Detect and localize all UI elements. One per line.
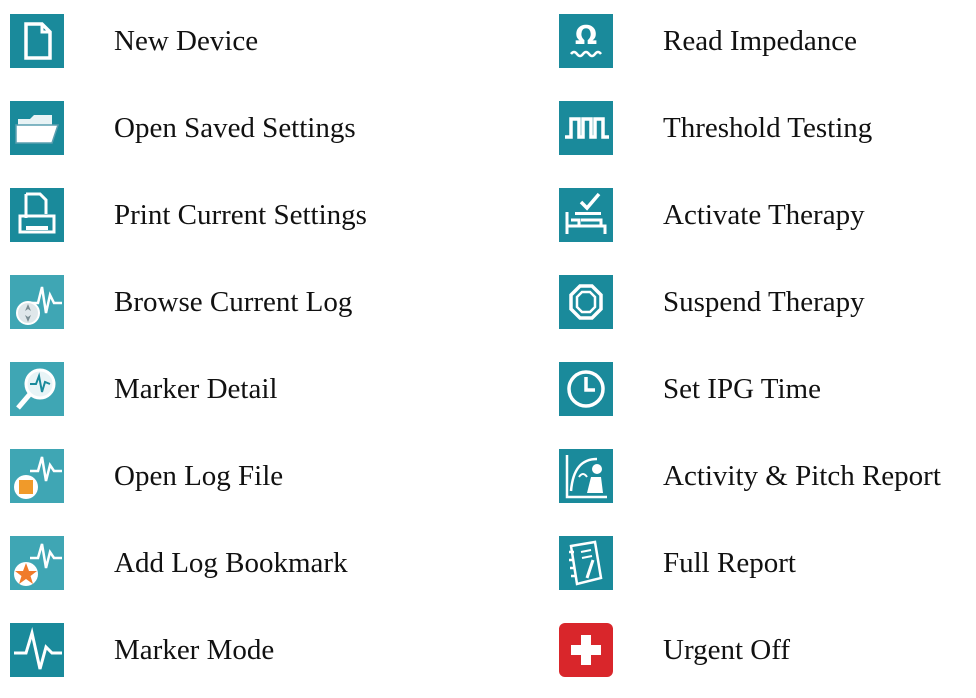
new-device-label: New Device	[114, 24, 259, 57]
open-saved-settings-item[interactable]: Open Saved Settings	[8, 96, 356, 160]
browse-log-icon[interactable]	[8, 273, 66, 331]
full-report-item[interactable]: Full Report	[557, 531, 796, 595]
marker-detail-label: Marker Detail	[114, 372, 278, 405]
clock-icon[interactable]	[557, 360, 615, 418]
full-report-icon[interactable]	[557, 534, 615, 592]
print-current-settings-item[interactable]: Print Current Settings	[8, 183, 367, 247]
svg-text:Ω: Ω	[575, 21, 597, 51]
threshold-testing-item[interactable]: Threshold Testing	[557, 96, 872, 160]
marker-mode-icon[interactable]	[8, 621, 66, 679]
urgent-off-icon[interactable]	[557, 621, 615, 679]
read-impedance-item[interactable]: Ω Read Impedance	[557, 9, 857, 73]
marker-detail-icon[interactable]	[8, 360, 66, 418]
threshold-icon[interactable]	[557, 99, 615, 157]
open-log-file-label: Open Log File	[114, 459, 284, 492]
activate-therapy-label: Activate Therapy	[663, 198, 865, 231]
urgent-off-item[interactable]: Urgent Off	[557, 618, 790, 682]
activate-therapy-item[interactable]: Activate Therapy	[557, 183, 865, 247]
suspend-therapy-label: Suspend Therapy	[663, 285, 865, 318]
suspend-therapy-item[interactable]: Suspend Therapy	[557, 270, 865, 334]
browse-current-log-label: Browse Current Log	[114, 285, 353, 318]
suspend-therapy-icon[interactable]	[557, 273, 615, 331]
open-folder-icon[interactable]	[8, 99, 66, 157]
threshold-testing-label: Threshold Testing	[663, 111, 873, 144]
browse-current-log-item[interactable]: Browse Current Log	[8, 270, 352, 334]
print-icon[interactable]	[8, 186, 66, 244]
marker-mode-item[interactable]: Marker Mode	[8, 618, 274, 682]
read-impedance-label: Read Impedance	[663, 24, 858, 57]
activate-therapy-icon[interactable]	[557, 186, 615, 244]
full-report-label: Full Report	[663, 546, 796, 579]
add-bookmark-icon[interactable]	[8, 534, 66, 592]
open-saved-settings-label: Open Saved Settings	[114, 111, 356, 144]
activity-pitch-report-label: Activity & Pitch Report	[663, 459, 941, 492]
marker-detail-item[interactable]: Marker Detail	[8, 357, 277, 421]
open-log-file-icon[interactable]	[8, 447, 66, 505]
activity-report-icon[interactable]	[557, 447, 615, 505]
add-log-bookmark-item[interactable]: Add Log Bookmark	[8, 531, 348, 595]
urgent-off-label: Urgent Off	[663, 633, 790, 666]
set-ipg-time-label: Set IPG Time	[663, 372, 821, 405]
print-current-settings-label: Print Current Settings	[114, 198, 367, 231]
new-device-icon[interactable]	[8, 12, 66, 70]
new-device-item[interactable]: New Device	[8, 9, 258, 73]
marker-mode-label: Marker Mode	[114, 633, 275, 666]
add-log-bookmark-label: Add Log Bookmark	[114, 546, 348, 579]
set-ipg-time-item[interactable]: Set IPG Time	[557, 357, 821, 421]
activity-pitch-report-item[interactable]: Activity & Pitch Report	[557, 444, 941, 508]
open-log-file-item[interactable]: Open Log File	[8, 444, 283, 508]
impedance-icon[interactable]: Ω	[557, 12, 615, 70]
